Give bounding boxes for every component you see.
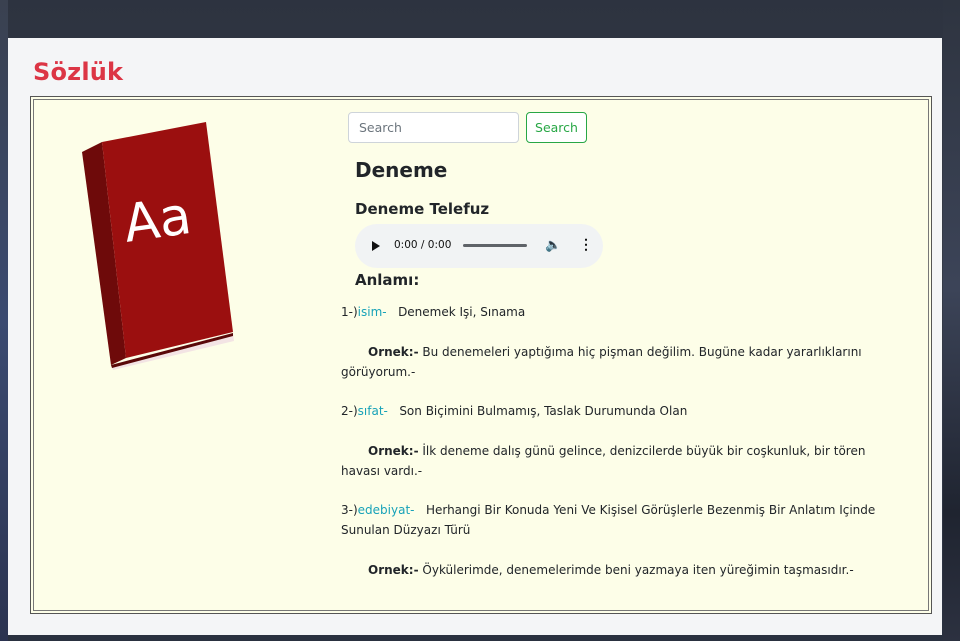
brand-title[interactable]: Sözlük: [33, 58, 123, 86]
definition-type[interactable]: sıfat-: [358, 404, 388, 418]
pronunciation-title: Deneme Telefuz: [355, 200, 490, 218]
example-text: Bu denemeleri yaptığıma hiç pişman değil…: [341, 345, 862, 379]
play-icon[interactable]: [372, 241, 380, 251]
definition-prefix: 1-): [341, 305, 358, 319]
example-item: Ornek:- Öykülerimde, denemelerimde beni …: [341, 560, 901, 580]
more-options-icon[interactable]: ⋮: [579, 236, 593, 253]
search-input[interactable]: [348, 112, 519, 143]
example-text: Öykülerimde, denemelerimde beni yazmaya …: [422, 563, 854, 577]
definition-text: Herhangi Bir Konuda Yeni Ve Kişisel Görü…: [341, 503, 876, 537]
example-label: Ornek:-: [368, 345, 419, 359]
meaning-title: Anlamı:: [355, 271, 420, 289]
definition-item: 3-)edebiyat- Herhangi Bir Konuda Yeni Ve…: [341, 500, 896, 540]
background-right: [943, 0, 960, 641]
definition-text: Denemek Işi, Sınama: [398, 305, 526, 319]
definition-text: Son Biçimini Bulmamış, Taslak Durumunda …: [399, 404, 688, 418]
definition-item: 2-)sıfat- Son Biçimini Bulmamış, Taslak …: [341, 401, 896, 421]
definition-item: 1-)isim- Denemek Işi, Sınama: [341, 302, 896, 322]
example-label: Ornek:-: [368, 444, 419, 458]
example-item: Ornek:- İlk deneme dalış günü gelince, d…: [341, 441, 901, 481]
search-button[interactable]: Search: [526, 112, 587, 143]
audio-player[interactable]: 0:00 / 0:00 🔈 ⋮: [355, 224, 603, 268]
definition-type[interactable]: isim-: [358, 305, 387, 319]
audio-progress-slider[interactable]: [463, 244, 527, 247]
audio-time: 0:00 / 0:00: [394, 239, 452, 251]
definition-prefix: 2-): [341, 404, 358, 418]
background-left: [0, 0, 8, 641]
word-title: Deneme: [355, 158, 448, 182]
dictionary-book-icon: Aa: [82, 122, 234, 370]
example-item: Ornek:- Bu denemeleri yaptığıma hiç pişm…: [341, 342, 901, 382]
book-letters: Aa: [120, 186, 195, 255]
volume-icon[interactable]: 🔈: [545, 237, 561, 253]
definition-prefix: 3-): [341, 503, 358, 517]
example-text: İlk deneme dalış günü gelince, denizcile…: [341, 444, 866, 478]
definition-type[interactable]: edebiyat-: [358, 503, 415, 517]
example-label: Ornek:-: [368, 563, 419, 577]
